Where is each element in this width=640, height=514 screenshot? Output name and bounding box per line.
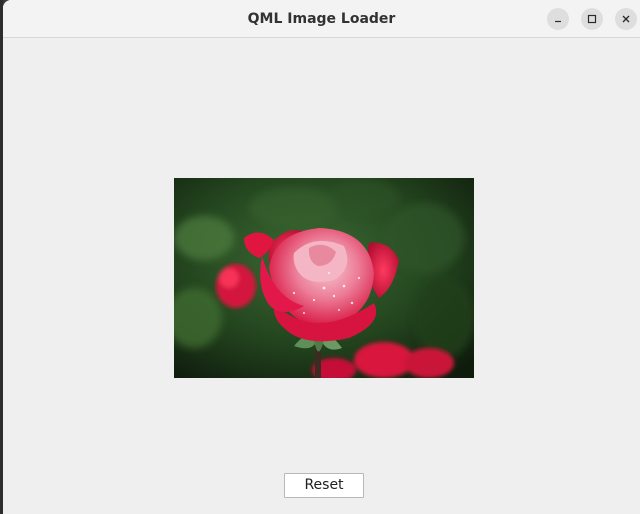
minimize-button[interactable] [547,8,569,30]
title-bar[interactable]: QML Image Loader [3,0,640,38]
maximize-icon [587,14,597,24]
maximize-button[interactable] [581,8,603,30]
close-icon [621,14,631,24]
window-title: QML Image Loader [247,11,396,27]
app-window: QML Image Loader Reset [3,0,640,514]
reset-button[interactable]: Reset [284,473,364,498]
minimize-icon [553,14,563,24]
rose-photo-icon [174,178,474,378]
close-button[interactable] [615,8,637,30]
loaded-image [174,178,474,378]
